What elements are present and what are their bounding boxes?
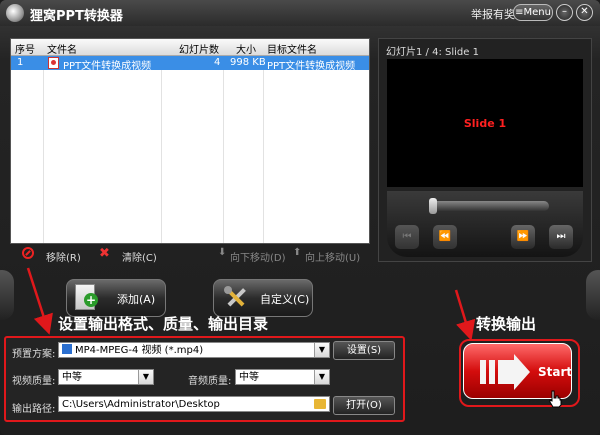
table-row[interactable]: 1 PPT文件转换成视频 4 998 KB PPT文件转换成视频 (11, 56, 369, 72)
arrow-to-settings (26, 267, 53, 335)
fast-forward-icon: ⏩ (516, 231, 530, 242)
remove-icon[interactable] (22, 247, 34, 259)
move-up-button[interactable]: 向上移动(U) (305, 249, 360, 264)
header-slides[interactable]: 幻灯片数 (179, 41, 219, 56)
skip-forward-icon: ⏭ (556, 231, 566, 242)
video-format-icon (62, 344, 72, 354)
convert-annotation: 转换输出 (476, 315, 537, 333)
header-index[interactable]: 序号 (15, 41, 35, 56)
start-button-label: Start (538, 365, 573, 379)
skip-back-icon: ⏮ (402, 231, 412, 242)
folder-icon[interactable] (314, 399, 326, 409)
output-path-label: 输出路径: (12, 404, 56, 415)
output-settings-panel: 预置方案: MP4-MPEG-4 视频 (*.mp4) ▼ 设置(S) 视频质量… (4, 336, 405, 422)
open-folder-button[interactable]: 打开(O) (333, 396, 395, 415)
add-file-icon (75, 284, 98, 310)
tools-icon (224, 286, 246, 307)
row-index: 1 (17, 57, 24, 68)
video-quality-select[interactable]: 中等 ▼ (58, 369, 154, 385)
last-slide-button[interactable]: ⏭ (549, 225, 573, 249)
previous-slide-button[interactable]: ⏪ (433, 225, 457, 249)
move-down-button[interactable]: 向下移动(D) (230, 249, 286, 264)
header-target[interactable]: 目标文件名 (267, 41, 317, 56)
clear-button[interactable]: 清除(C) (122, 249, 157, 264)
video-quality-label: 视频质量: (12, 376, 56, 387)
settings-button[interactable]: 设置(S) (333, 341, 395, 360)
add-button-label: 添加(A) (117, 293, 156, 306)
left-decor-knob (0, 270, 14, 320)
minimize-button[interactable]: – (556, 4, 573, 21)
audio-quality-select[interactable]: 中等 ▼ (235, 369, 330, 385)
row-size: 998 KB (230, 57, 266, 68)
audio-quality-value: 中等 (239, 372, 259, 383)
output-path-input[interactable]: C:\Users\Administrator\Desktop (58, 396, 330, 412)
slide-preview-panel: 幻灯片1 / 4: Slide 1 Slide 1 ⏮ ⏪ ⏩ ⏭ (378, 38, 592, 262)
audio-quality-label: 音频质量: (188, 376, 232, 387)
header-filename[interactable]: 文件名 (47, 41, 77, 56)
chevron-down-icon[interactable]: ▼ (138, 370, 153, 384)
arrow-right-icon (480, 354, 530, 390)
preset-value: MP4-MPEG-4 视频 (*.mp4) (75, 345, 204, 356)
preview-title: 幻灯片1 / 4: Slide 1 (386, 47, 479, 58)
video-quality-value: 中等 (62, 372, 82, 383)
preview-slide-text: Slide 1 (463, 117, 507, 130)
settings-annotation: 设置输出格式、质量、输出目录 (58, 315, 269, 333)
window-title: 狸窝PPT转换器 (30, 9, 123, 24)
custom-button[interactable]: 自定义(C) (213, 279, 313, 317)
menu-label: Menu (523, 7, 551, 18)
arrow-down-icon: ⬇ (218, 247, 227, 258)
row-filename: PPT文件转换成视频 (63, 61, 152, 72)
add-button[interactable]: 添加(A) (66, 279, 166, 317)
arrow-to-start (454, 289, 476, 341)
chevron-down-icon[interactable]: ▼ (314, 370, 329, 384)
file-list[interactable]: 序号 文件名 幻灯片数 大小 目标文件名 1 PPT文件转换成视频 4 998 … (10, 38, 370, 244)
remove-button[interactable]: 移除(R) (46, 249, 81, 264)
seek-bar[interactable] (429, 198, 549, 214)
ppt-file-icon (48, 57, 59, 69)
row-target: PPT文件转换成视频 (267, 61, 356, 72)
preset-label: 预置方案: (12, 349, 56, 360)
preset-select[interactable]: MP4-MPEG-4 视频 (*.mp4) ▼ (58, 342, 330, 358)
report-link[interactable]: 举报有奖 (471, 6, 515, 22)
preview-screen: Slide 1 (387, 59, 583, 187)
next-slide-button[interactable]: ⏩ (511, 225, 535, 249)
chevron-down-icon[interactable]: ▼ (314, 343, 329, 357)
first-slide-button[interactable]: ⏮ (395, 225, 419, 249)
custom-button-label: 自定义(C) (260, 293, 310, 306)
rewind-icon: ⏪ (438, 231, 452, 242)
seek-handle[interactable] (429, 198, 437, 214)
clear-icon[interactable]: ✖ (99, 246, 110, 261)
player-controls: ⏮ ⏪ ⏩ ⏭ (387, 191, 583, 257)
row-slides: 4 (214, 57, 221, 68)
title-bar: 狸窝PPT转换器 举报有奖 ≡Menu – ✕ (0, 0, 600, 26)
close-button[interactable]: ✕ (576, 4, 593, 21)
output-path-value: C:\Users\Administrator\Desktop (62, 399, 220, 410)
menu-button[interactable]: ≡Menu (513, 4, 553, 21)
right-decor-knob (586, 270, 600, 320)
file-list-header: 序号 文件名 幻灯片数 大小 目标文件名 (11, 39, 369, 56)
header-size[interactable]: 大小 (236, 41, 256, 56)
arrow-up-icon: ⬆ (293, 247, 302, 258)
app-logo-icon (6, 4, 24, 22)
hand-cursor-icon (549, 390, 562, 408)
app-window: 狸窝PPT转换器 举报有奖 ≡Menu – ✕ 序号 文件名 幻灯片数 大小 目… (0, 0, 600, 435)
